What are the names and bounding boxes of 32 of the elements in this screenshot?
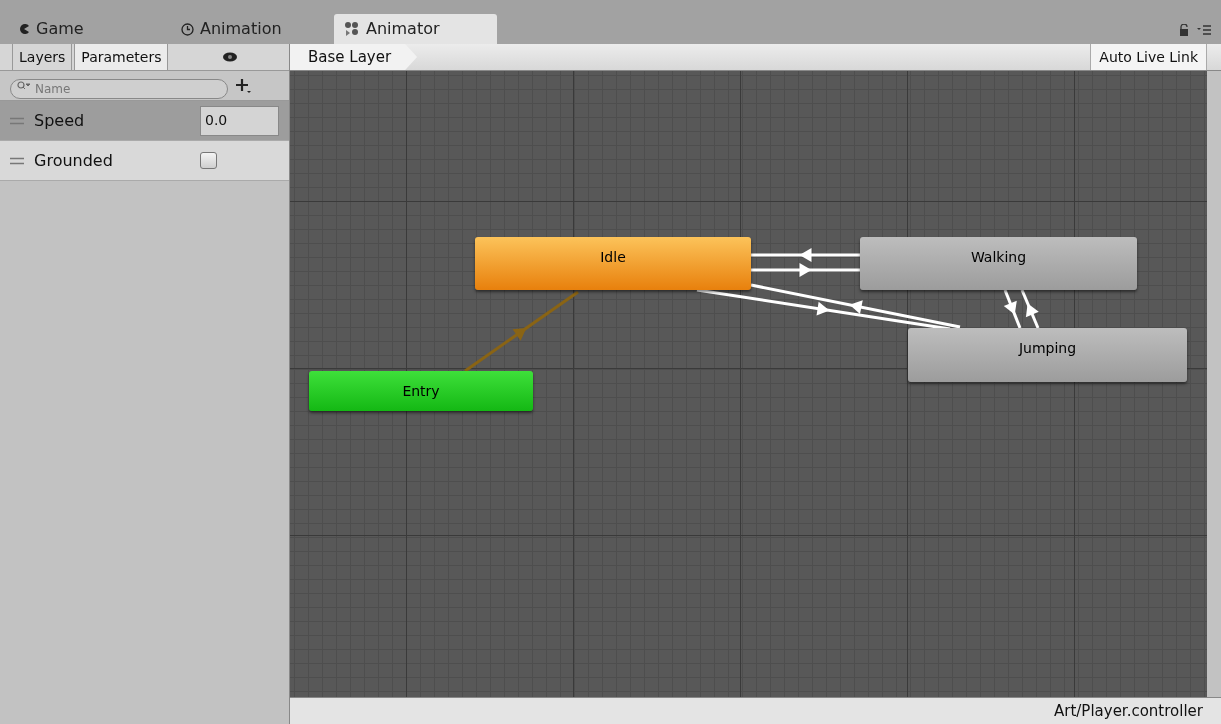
sidebar-tab[interactable]: Parameters xyxy=(74,44,169,70)
auto-live-link-button[interactable]: Auto Live Link xyxy=(1090,44,1207,70)
parameter-name: Speed xyxy=(34,109,86,132)
transition-arrow[interactable] xyxy=(751,263,860,277)
transition-arrow[interactable] xyxy=(751,248,860,262)
state-node[interactable]: Idle xyxy=(475,237,751,290)
window-tab[interactable]: Animator xyxy=(334,14,497,44)
add-icon[interactable] xyxy=(236,77,252,94)
sidebar-tab[interactable]: Layers xyxy=(12,44,73,70)
lock-icon[interactable] xyxy=(1179,24,1189,36)
parameter-name: Grounded xyxy=(34,149,114,172)
clock-icon xyxy=(181,22,194,36)
drag-handle-icon[interactable] xyxy=(10,116,24,125)
parameter-row[interactable]: Grounded xyxy=(0,141,289,181)
drag-handle-icon[interactable] xyxy=(10,156,24,165)
checkbox[interactable] xyxy=(200,152,217,169)
status-text: Art/Player.controller xyxy=(1054,700,1203,722)
value-field[interactable]: 0.0 xyxy=(200,105,279,136)
graph-canvas[interactable]: Idle Walking Jumping Entry xyxy=(290,71,1207,697)
state-node[interactable]: Walking xyxy=(860,237,1137,290)
search-icon xyxy=(17,80,31,91)
window-tab[interactable]: Animation xyxy=(171,14,334,44)
search-field[interactable]: Name xyxy=(10,78,228,99)
window-tab[interactable]: Game xyxy=(8,14,171,44)
breadcrumb[interactable]: Base Layer xyxy=(290,44,418,70)
eye-icon[interactable] xyxy=(221,52,238,62)
parameter-row[interactable]: Speed 0.0 xyxy=(0,101,289,141)
menu-icon[interactable] xyxy=(1197,25,1211,35)
state-node[interactable]: Entry xyxy=(309,371,533,411)
nodes-icon xyxy=(344,21,360,37)
state-node[interactable]: Jumping xyxy=(908,328,1187,382)
pacman-icon xyxy=(18,23,30,35)
